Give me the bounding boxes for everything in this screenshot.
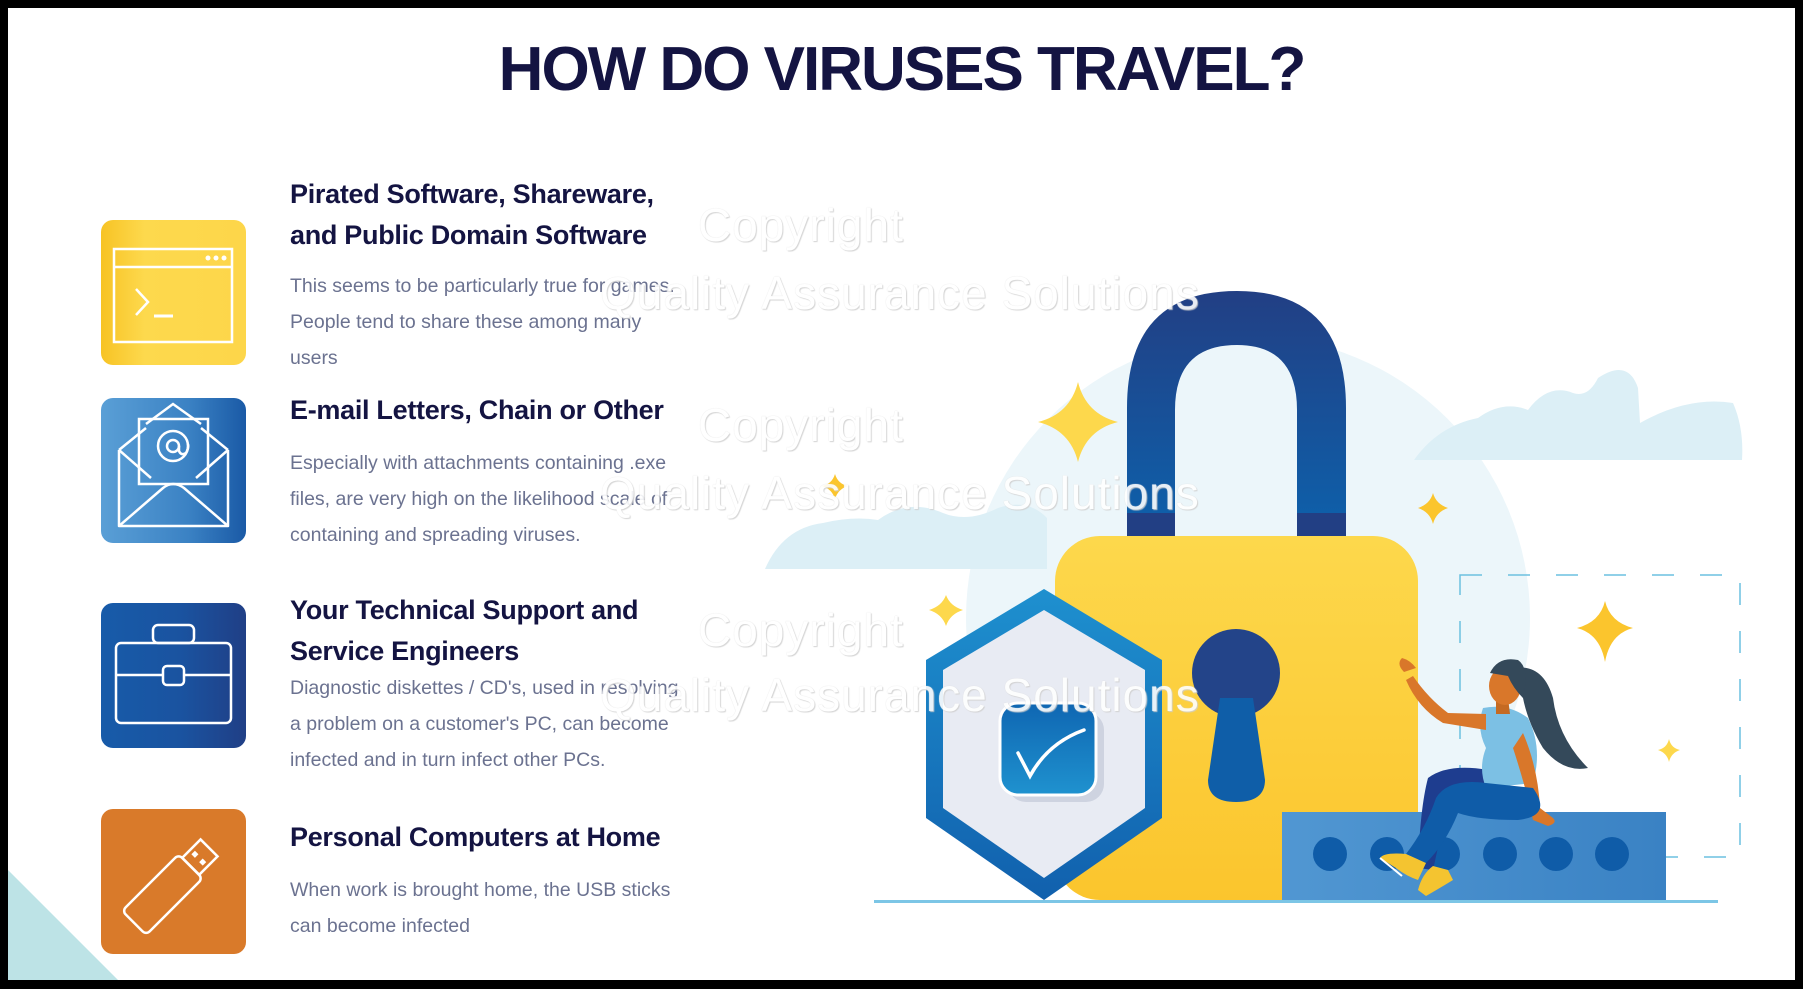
- shackle-collar: [1297, 513, 1346, 537]
- watermark-company: Quality Assurance Solutions: [600, 669, 1200, 721]
- slide: HOW DO VIRUSES TRAVEL? Pirated Software,…: [8, 8, 1795, 980]
- watermark-copyright: Copyright: [698, 604, 904, 656]
- watermark-company: Quality Assurance Solutions: [600, 267, 1200, 319]
- sparkle-icon: [1577, 601, 1633, 662]
- ground-line: [874, 900, 1718, 903]
- watermark-copyright: Copyright: [698, 399, 904, 451]
- cloud-right: [1414, 370, 1743, 460]
- watermark-copyright: Copyright: [698, 199, 904, 251]
- watermark-company: Quality Assurance Solutions: [600, 467, 1200, 519]
- sparkle-icon: [929, 595, 963, 626]
- sparkle-icon: [1658, 739, 1680, 762]
